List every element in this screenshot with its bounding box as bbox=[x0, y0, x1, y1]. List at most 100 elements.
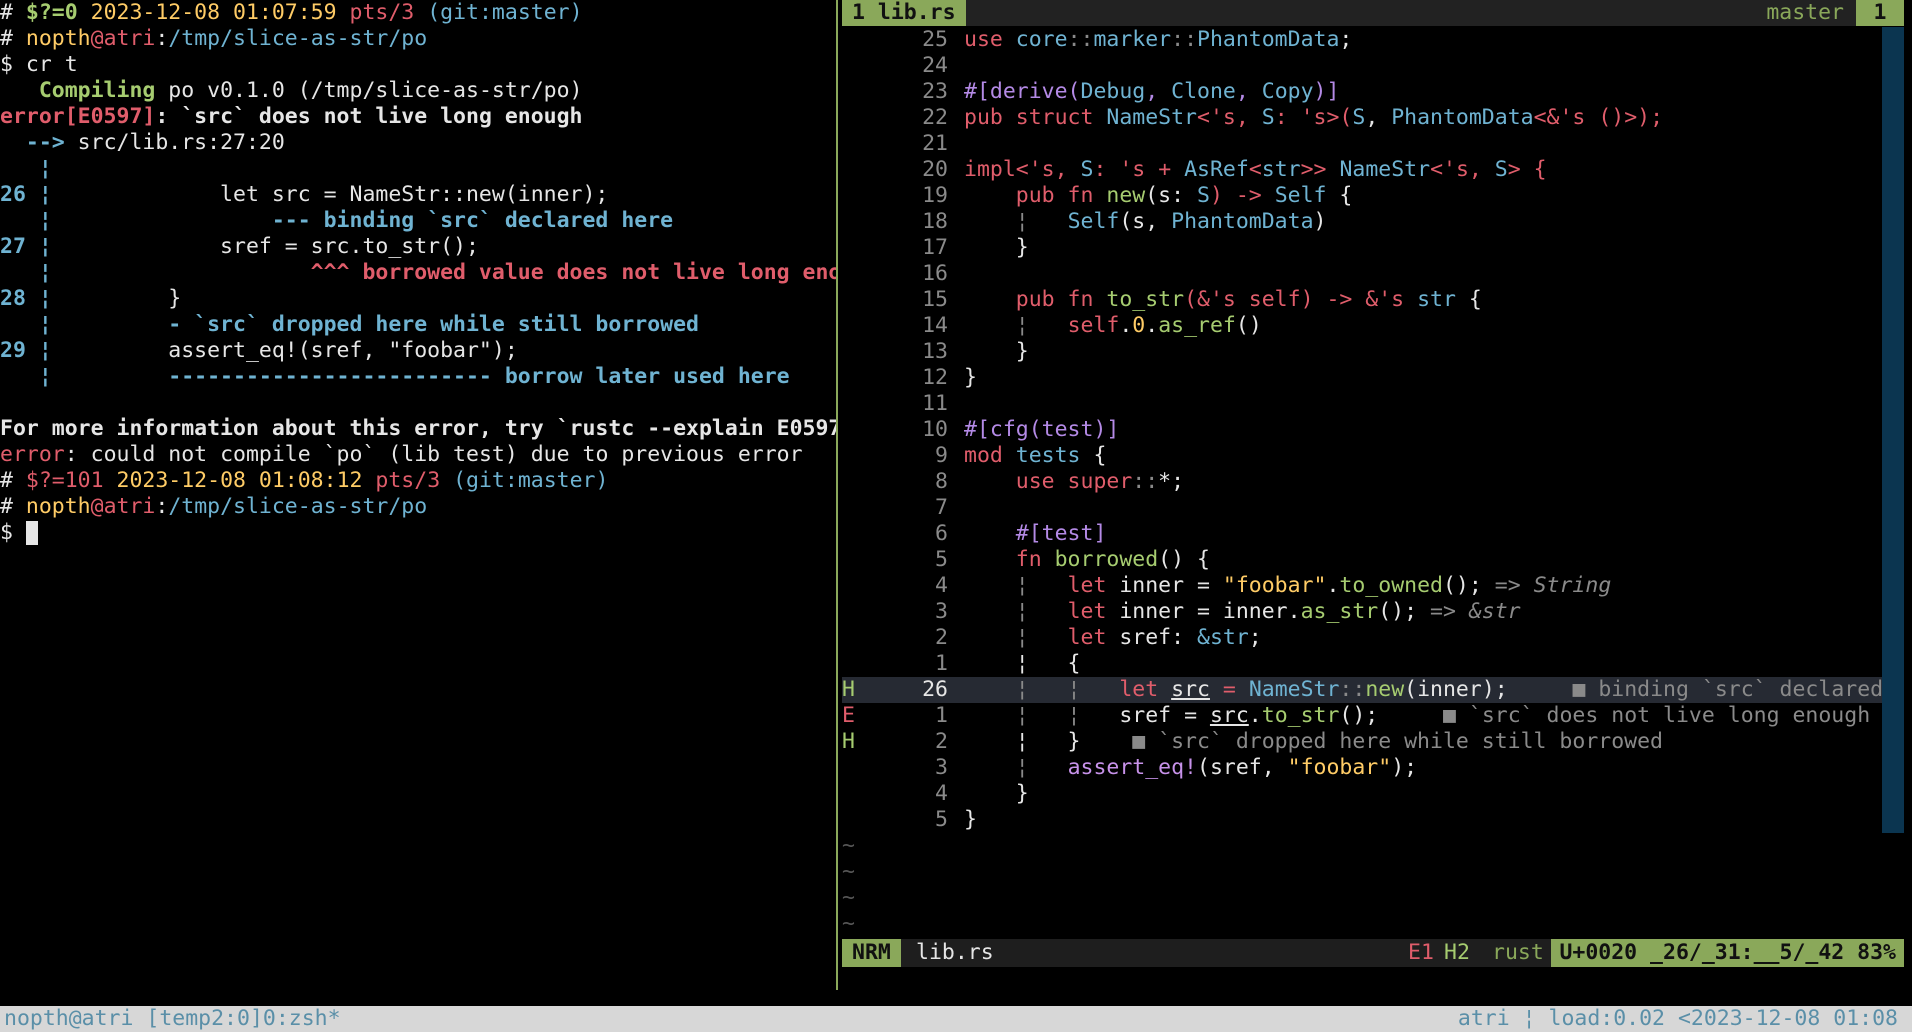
terminal-text: } bbox=[51, 286, 182, 311]
line-number: 10 bbox=[922, 417, 948, 442]
code-line[interactable]: 6 #[test] bbox=[842, 521, 1904, 547]
terminal-text: ¦ bbox=[0, 208, 52, 233]
code-line[interactable]: 22 pub struct NameStr<'s, S: 's>(S, Phant… bbox=[842, 105, 1904, 131]
terminal-text: ¦ bbox=[25, 338, 52, 363]
code-token: sref = bbox=[1119, 703, 1210, 728]
terminal-text: # bbox=[0, 0, 26, 25]
code-token: ¦ ¦ bbox=[964, 703, 1120, 728]
code-line[interactable]: 16 bbox=[842, 261, 1904, 287]
code-token: src bbox=[1171, 677, 1210, 702]
code-token: { bbox=[1326, 183, 1353, 208]
terminal-text: ^^^ borrowed value does not live long en… bbox=[51, 260, 836, 285]
terminal-line: error: could not compile `po` (lib test)… bbox=[0, 442, 836, 468]
code-token: new bbox=[1106, 183, 1146, 208]
code-line[interactable]: 19 pub fn new(s: S) -> Self { bbox=[842, 183, 1904, 209]
inlay-type-hint: => &str bbox=[1430, 599, 1521, 624]
terminal-text: # bbox=[0, 26, 26, 51]
empty-line-marker: ~ bbox=[842, 885, 855, 910]
tab-lib-rs[interactable]: 1 lib.rs bbox=[842, 0, 966, 26]
code-token: NameStr bbox=[1106, 105, 1197, 130]
editor-pane[interactable]: 1 lib.rs master 1 25 use core::marker::Ph… bbox=[842, 0, 1904, 990]
terminal-text: sref = src.to_str(); bbox=[51, 234, 479, 259]
terminal-line: 28 ¦ } bbox=[0, 286, 836, 312]
code-line[interactable]: 4 ¦ let inner = "foobar".to_owned(); => … bbox=[842, 573, 1904, 599]
line-number: 25 bbox=[922, 27, 948, 52]
code-token: ¦ bbox=[964, 209, 1068, 234]
code-line[interactable]: 4 } bbox=[842, 781, 1904, 807]
terminal-text: error bbox=[0, 442, 65, 467]
code-line[interactable]: 9 mod tests { bbox=[842, 443, 1904, 469]
code-line[interactable]: H 2 ¦ } ■ `src` dropped here while still … bbox=[842, 729, 1904, 755]
code-line[interactable]: E 1 ¦ ¦ sref = src.to_str(); ■ `src` does… bbox=[842, 703, 1904, 729]
line-number: 4 bbox=[935, 573, 948, 598]
code-line[interactable]: 1 ¦ { bbox=[842, 651, 1904, 677]
code-line[interactable]: 25 use core::marker::PhantomData; bbox=[842, 27, 1904, 53]
code-token: S bbox=[1352, 105, 1366, 130]
editor-tabbar: 1 lib.rs master 1 bbox=[842, 0, 1904, 26]
code-line[interactable]: 13 } bbox=[842, 339, 1904, 365]
code-line[interactable]: 12} bbox=[842, 365, 1904, 391]
code-token: :: bbox=[1067, 27, 1094, 52]
terminal-line: # nopth@atri:/tmp/slice-as-str/po bbox=[0, 494, 836, 520]
code-token: "foobar" bbox=[1287, 755, 1392, 780]
tmux-session[interactable]: nopth@atri [temp2:0]0:zsh* bbox=[4, 1006, 341, 1032]
line-number: 1 bbox=[935, 703, 948, 728]
code-token: . bbox=[1326, 573, 1340, 598]
code-line[interactable]: 24 bbox=[842, 53, 1904, 79]
code-line[interactable]: 23 #[derive(Debug, Clone, Copy)] bbox=[842, 79, 1904, 105]
code-line[interactable]: 7 bbox=[842, 495, 1904, 521]
terminal-line: $ bbox=[0, 520, 836, 546]
terminal-text: $ cr t bbox=[0, 52, 78, 77]
code-line[interactable]: 5 fn borrowed() { bbox=[842, 547, 1904, 573]
hint-count[interactable]: H2 bbox=[1444, 939, 1470, 967]
code-token: tests bbox=[1015, 443, 1081, 468]
tab-count: 1 bbox=[1856, 0, 1904, 26]
code-line[interactable]: 3 ¦ assert_eq!(sref, "foobar"); bbox=[842, 755, 1904, 781]
code-line[interactable]: 14 ¦ self.0.as_ref() bbox=[842, 313, 1904, 339]
code-token: use bbox=[964, 27, 1016, 52]
terminal-line: 27 ¦ sref = src.to_str(); bbox=[0, 234, 836, 260]
terminal-text: 28 bbox=[0, 286, 26, 311]
code-line[interactable]: 8 use super::*; bbox=[842, 469, 1904, 495]
terminal-line: ¦ ^^^ borrowed value does not live long … bbox=[0, 260, 836, 286]
terminal-line: Compiling po v0.1.0 (/tmp/slice-as-str/p… bbox=[0, 78, 836, 104]
code-line[interactable]: 15 pub fn to_str(&'s self) -> &'s str { bbox=[842, 287, 1904, 313]
code-line[interactable]: 11 bbox=[842, 391, 1904, 417]
terminal-line: 26 ¦ let src = NameStr::new(inner); bbox=[0, 182, 836, 208]
code-line[interactable]: 20 impl<'s, S: 's + AsRef<str>> NameStr<'… bbox=[842, 157, 1904, 183]
code-line[interactable]: 10 #[cfg(test)] bbox=[842, 417, 1904, 443]
terminal-text: po v0.1.0 (/tmp/slice-as-str/po) bbox=[155, 78, 583, 103]
line-number: 3 bbox=[935, 755, 948, 780]
code-line[interactable]: 21 bbox=[842, 131, 1904, 157]
code-token: = bbox=[1209, 677, 1249, 702]
empty-line-marker: ~ bbox=[842, 833, 855, 858]
code-token: NameStr bbox=[1248, 677, 1340, 702]
code-line[interactable]: 17 } bbox=[842, 235, 1904, 261]
code-token: ¦ bbox=[964, 755, 1068, 780]
line-number: 16 bbox=[922, 261, 948, 286]
code-token: ¦ bbox=[964, 625, 1068, 650]
code-token: as_ref bbox=[1158, 313, 1236, 338]
terminal-text: : could not compile `po` (lib test) due … bbox=[64, 442, 803, 467]
virtual-diagnostic: ■ `src` dropped here while still borrowe… bbox=[1132, 729, 1663, 754]
terminal-text: # bbox=[0, 468, 26, 493]
pane-divider[interactable] bbox=[836, 0, 838, 990]
terminal-text: @atri bbox=[90, 26, 156, 51]
code-token: >> bbox=[1300, 157, 1340, 182]
terminal-pane[interactable]: # $?=0 2023-12-08 01:07:59 pts/3 (git:ma… bbox=[0, 0, 836, 990]
terminal-line: error[E0597]: `src` does not live long e… bbox=[0, 104, 836, 130]
terminal-text: : bbox=[155, 26, 169, 51]
code-token: { bbox=[1455, 287, 1482, 312]
scrollbar[interactable] bbox=[1882, 27, 1904, 833]
code-line[interactable]: 5} bbox=[842, 807, 1904, 833]
code-line[interactable]: 3 ¦ let inner = inner.as_str(); => &str bbox=[842, 599, 1904, 625]
code-view[interactable]: 25 use core::marker::PhantomData; 24 23 #[de… bbox=[842, 27, 1904, 937]
current-code-line[interactable]: H 26 ¦ ¦ let src = NameStr::new(inner); ■… bbox=[842, 677, 1904, 703]
code-token: :: bbox=[1171, 27, 1198, 52]
code-line[interactable]: 2 ¦ let sref: &str; bbox=[842, 625, 1904, 651]
code-token: (&'s bbox=[1184, 287, 1249, 312]
code-line[interactable]: 18 ¦ Self(s, PhantomData) bbox=[842, 209, 1904, 235]
code-token: sref: bbox=[1119, 625, 1198, 650]
line-number: 17 bbox=[922, 235, 948, 260]
error-count[interactable]: E1 bbox=[1408, 939, 1434, 967]
